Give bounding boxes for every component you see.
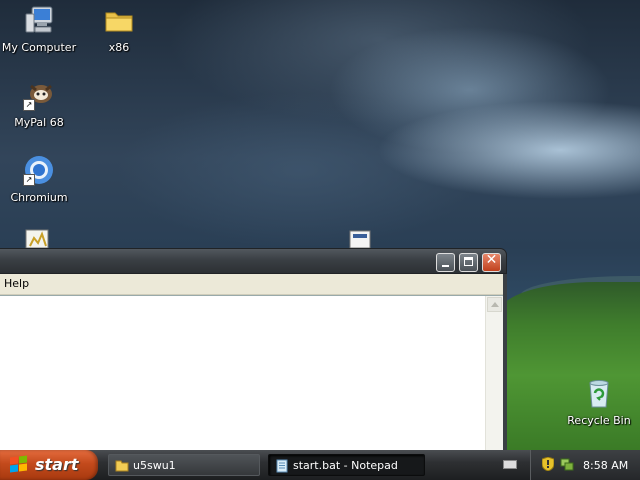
desktop-icon-label: Chromium: [10, 191, 68, 204]
keyboard-layout-icon[interactable]: [503, 460, 517, 469]
system-tray: 8:58 AM: [530, 450, 640, 480]
window-titlebar[interactable]: ✕: [0, 248, 507, 274]
close-button[interactable]: ✕: [482, 252, 501, 272]
scroll-up-button[interactable]: [487, 297, 502, 312]
chromium-icon: ↗: [23, 154, 55, 186]
desktop-icon-my-computer[interactable]: My Computer: [1, 4, 77, 54]
windows-logo-icon: [10, 455, 28, 473]
menu-bar: Help: [0, 274, 503, 295]
folder-icon: [115, 459, 129, 472]
partial-desktop-icon[interactable]: [24, 226, 52, 249]
minimize-button[interactable]: [436, 253, 455, 272]
maximize-icon: [464, 257, 473, 266]
vertical-scrollbar[interactable]: [485, 296, 503, 450]
notepad-icon: [275, 459, 289, 473]
close-icon: ✕: [485, 252, 498, 268]
minimize-icon: [442, 265, 449, 267]
partial-desktop-icon[interactable]: [348, 228, 374, 249]
taskbar: start u5swu1 start.bat - Notepad 8:58 AM: [0, 450, 640, 480]
computer-icon: [23, 4, 55, 36]
desktop-icon-chromium[interactable]: ↗ Chromium: [1, 154, 77, 204]
desktop-icon-label: x86: [108, 41, 130, 54]
shortcut-arrow-icon: ↗: [23, 174, 35, 186]
text-editor-area[interactable]: [0, 295, 503, 450]
desktop-icon-label: MyPal 68: [14, 116, 64, 129]
recycle-bin-icon: [583, 377, 615, 409]
desktop-icon-mypal[interactable]: ↗ MyPal 68: [1, 79, 77, 129]
notepad-window[interactable]: ✕ Help: [0, 248, 507, 450]
start-button[interactable]: start: [0, 450, 98, 480]
desktop[interactable]: My Computer x86 ↗ MyPal 68 ↗ Chromium Re…: [0, 0, 640, 450]
task-label: start.bat - Notepad: [293, 459, 398, 472]
desktop-icon-x86[interactable]: x86: [81, 4, 157, 54]
desktop-icon-label: Recycle Bin: [567, 414, 631, 427]
menu-help[interactable]: Help: [4, 277, 29, 290]
security-shield-icon[interactable]: [541, 456, 555, 472]
maximize-button[interactable]: [459, 253, 478, 272]
taskbar-button-notepad[interactable]: start.bat - Notepad: [268, 454, 425, 476]
desktop-icon-label: My Computer: [1, 41, 77, 54]
folder-icon: [103, 4, 135, 36]
network-status-icon[interactable]: [560, 457, 574, 471]
shortcut-arrow-icon: ↗: [23, 99, 35, 111]
start-label: start: [35, 455, 79, 474]
taskbar-button-u5swu1[interactable]: u5swu1: [108, 454, 260, 476]
mypal-browser-icon: ↗: [23, 79, 55, 111]
task-label: u5swu1: [133, 459, 176, 472]
desktop-icon-recycle-bin[interactable]: Recycle Bin: [561, 377, 637, 427]
clock[interactable]: 8:58 AM: [583, 459, 628, 472]
